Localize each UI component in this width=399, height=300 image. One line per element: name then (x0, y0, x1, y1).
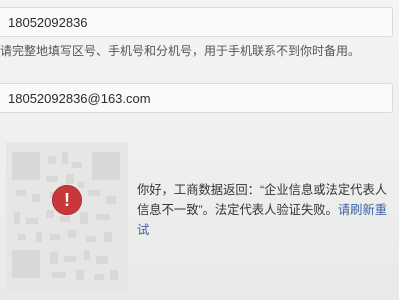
error-message: 你好，工商数据返回：“企业信息或法定代表人信息不一致”。法定代表人验证失败。请刷… (137, 180, 389, 240)
email-field-wrapper (0, 83, 393, 113)
form-page: 请完整地填写区号、手机号和分机号，用于手机联系不到你时备用。 (0, 0, 399, 300)
phone-field-wrapper (0, 7, 393, 37)
exclamation-icon: ! (52, 185, 82, 215)
phone-hint-text: 请完整地填写区号、手机号和分机号，用于手机联系不到你时备用。 (0, 44, 361, 58)
email-input[interactable] (8, 90, 392, 106)
phone-input[interactable] (8, 14, 392, 30)
qr-code-placeholder (6, 142, 128, 292)
